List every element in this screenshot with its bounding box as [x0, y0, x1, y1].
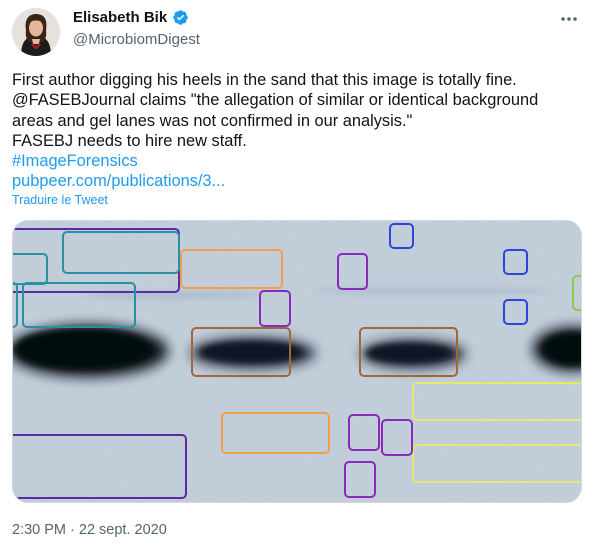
author-handle[interactable]: @MicrobiomDigest	[73, 31, 200, 48]
timestamp-separator: ·	[66, 522, 79, 538]
hashtag-link[interactable]: #ImageForensics	[12, 151, 582, 171]
author-name[interactable]: Elisabeth Bik	[73, 9, 167, 26]
tweet-text-line: @FASEBJournal claims "the allegation of …	[12, 91, 539, 110]
tweet-time[interactable]: 2:30 PM	[12, 522, 66, 538]
verified-badge-icon	[173, 10, 188, 25]
annotated-blot-image	[13, 221, 581, 502]
translate-tweet-link[interactable]: Traduire le Tweet	[12, 193, 108, 207]
avatar[interactable]	[12, 8, 60, 56]
tweet-text-line: FASEBJ needs to hire new staff.	[12, 131, 247, 150]
author-name-row: Elisabeth Bik	[73, 9, 189, 26]
avatar-image	[12, 8, 60, 56]
tweet-date[interactable]: 22 sept. 2020	[79, 522, 167, 538]
tweet-text-line: First author digging his heels in the sa…	[12, 71, 517, 89]
tweet-text-line: areas and gel lanes was not confirmed in…	[12, 111, 413, 130]
tweet-timestamp: 2:30 PM · 22 sept. 2020	[12, 522, 167, 538]
more-horizontal-icon[interactable]	[558, 13, 580, 25]
tweet-text: First author digging his heels in the sa…	[12, 70, 582, 192]
pubpeer-link[interactable]: pubpeer.com/publications/3...	[12, 171, 582, 191]
tweet-media-image[interactable]	[12, 220, 582, 503]
tweet-card: Elisabeth Bik @MicrobiomDigest First aut…	[0, 0, 592, 551]
